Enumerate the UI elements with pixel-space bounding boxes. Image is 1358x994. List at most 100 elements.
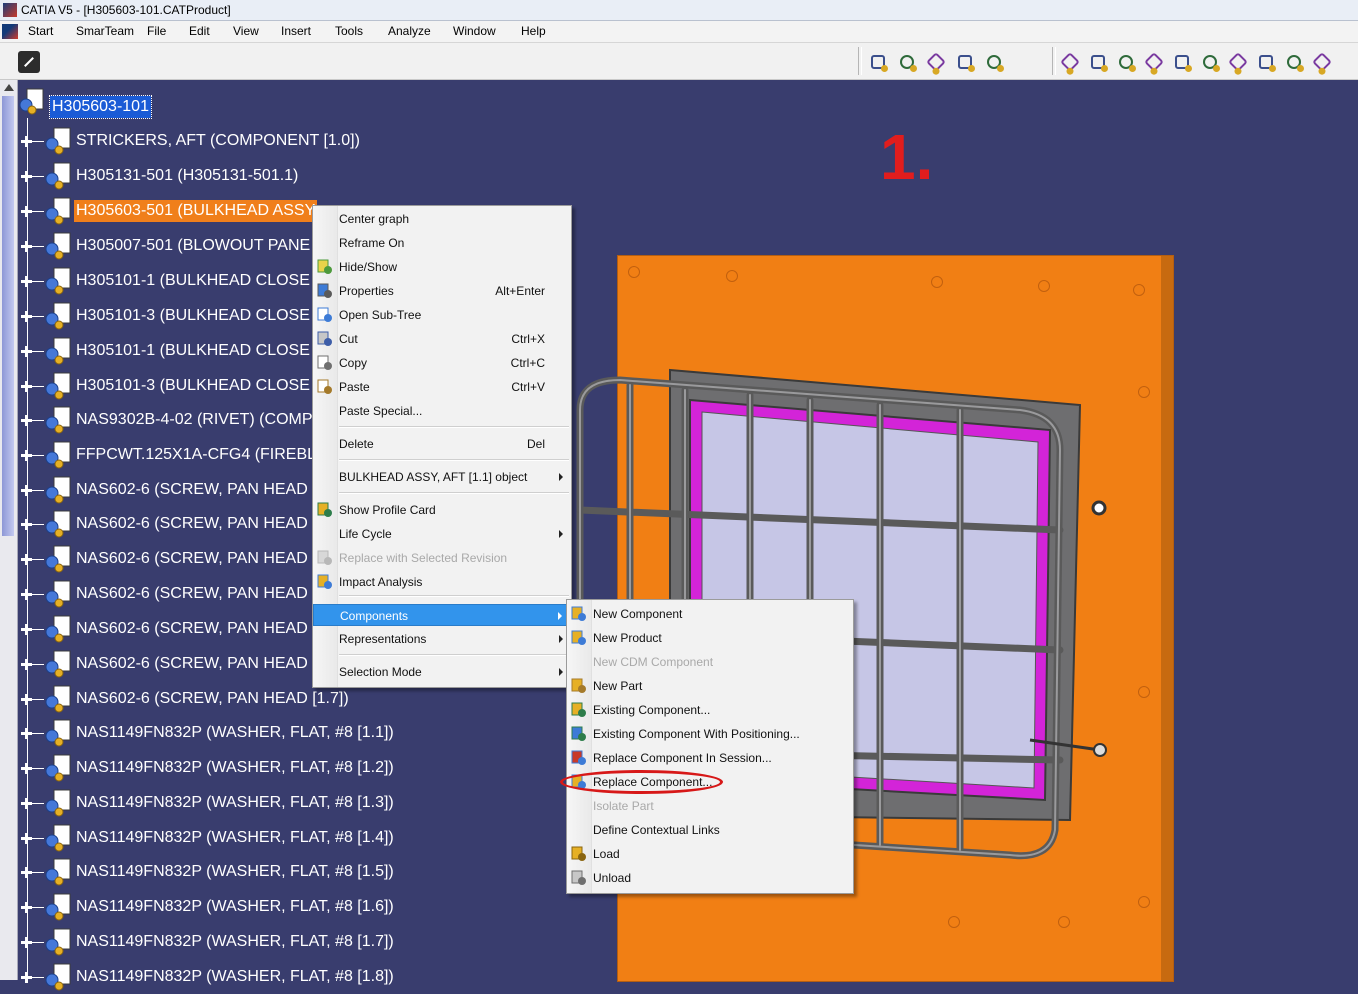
tree-row-label[interactable]: NAS1149FN832P (WASHER, FLAT, #8 [1.6]) bbox=[74, 896, 396, 918]
tree-row[interactable]: NAS1149FN832P (WASHER, FLAT, #8 [1.2]) bbox=[18, 750, 458, 785]
menu-item-cut[interactable]: Cut Ctrl+X bbox=[313, 328, 571, 350]
workbench-icon[interactable] bbox=[18, 51, 40, 73]
menu-edit[interactable]: Edit bbox=[189, 21, 210, 42]
tree-row-label[interactable]: NAS1149FN832P (WASHER, FLAT, #8 [1.3]) bbox=[74, 792, 396, 814]
tree-row-label[interactable]: NAS1149FN832P (WASHER, FLAT, #8 [1.2]) bbox=[74, 757, 396, 779]
expand-plus-icon[interactable] bbox=[21, 972, 32, 983]
tree-row-label[interactable]: NAS602-6 (SCREW, PAN HEAD bbox=[74, 583, 310, 605]
menu-item-delete[interactable]: Delete Del bbox=[313, 433, 571, 455]
menu-item-paste-special[interactable]: Paste Special... bbox=[313, 400, 571, 422]
tree-row[interactable]: NAS1149FN832P (WASHER, FLAT, #8 [1.5]) bbox=[18, 854, 458, 889]
menu-window[interactable]: Window bbox=[453, 21, 496, 42]
menu-item-hide-show[interactable]: Hide/Show bbox=[313, 256, 571, 278]
tree-row-label[interactable]: STRICKERS, AFT (COMPONENT [1.0]) bbox=[74, 130, 362, 152]
menu-tools[interactable]: Tools bbox=[335, 21, 363, 42]
tree-row-label[interactable]: NAS1149FN832P (WASHER, FLAT, #8 [1.4]) bbox=[74, 827, 396, 849]
toolbar-tool-icon[interactable] bbox=[897, 52, 917, 72]
tree-row-label[interactable]: NAS602-6 (SCREW, PAN HEAD bbox=[74, 653, 310, 675]
tree-row[interactable]: NAS1149FN832P (WASHER, FLAT, #8 [1.3]) bbox=[18, 785, 458, 820]
expand-plus-icon[interactable] bbox=[21, 902, 32, 913]
menu-item-center-graph[interactable]: Center graph bbox=[313, 208, 571, 230]
tree-row-label[interactable]: H305101-3 (BULKHEAD CLOSE bbox=[74, 305, 312, 327]
tree-row-label[interactable]: NAS602-6 (SCREW, PAN HEAD bbox=[74, 479, 310, 501]
expand-plus-icon[interactable] bbox=[21, 171, 32, 182]
submenu-item-new-part[interactable]: New Part bbox=[567, 675, 853, 697]
toolbar-tool-icon[interactable] bbox=[984, 52, 1004, 72]
menu-file[interactable]: File bbox=[147, 21, 166, 42]
vertical-scrollbar[interactable] bbox=[0, 80, 18, 980]
tree-row-label[interactable]: NAS1149FN832P (WASHER, FLAT, #8 [1.5]) bbox=[74, 861, 396, 883]
expand-plus-icon[interactable] bbox=[21, 346, 32, 357]
expand-plus-icon[interactable] bbox=[21, 763, 32, 774]
menu-item-properties[interactable]: Properties Alt+Enter bbox=[313, 280, 571, 302]
toolbar-tool-icon[interactable] bbox=[926, 52, 946, 72]
expand-plus-icon[interactable] bbox=[21, 485, 32, 496]
expand-plus-icon[interactable] bbox=[21, 450, 32, 461]
submenu-item-isolate-part[interactable]: Isolate Part bbox=[567, 795, 853, 817]
menu-item-copy[interactable]: Copy Ctrl+C bbox=[313, 352, 571, 374]
menu-item-bulkhead-assy-aft-1-1-object[interactable]: BULKHEAD ASSY, AFT [1.1] object bbox=[313, 466, 571, 488]
menu-view[interactable]: View bbox=[233, 21, 259, 42]
menu-item-selection-mode[interactable]: Selection Mode bbox=[313, 661, 571, 683]
expand-plus-icon[interactable] bbox=[21, 206, 32, 217]
tree-row[interactable]: NAS1149FN832P (WASHER, FLAT, #8 [1.8]) bbox=[18, 959, 458, 994]
submenu-item-new-component[interactable]: New Component bbox=[567, 603, 853, 625]
tree-row-label[interactable]: NAS1149FN832P (WASHER, FLAT, #8 [1.8]) bbox=[74, 966, 396, 988]
toolbar-tool-icon[interactable] bbox=[1228, 52, 1248, 72]
expand-plus-icon[interactable] bbox=[21, 937, 32, 948]
expand-plus-icon[interactable] bbox=[21, 589, 32, 600]
tree-row-label[interactable]: H305101-1 (BULKHEAD CLOSE bbox=[74, 340, 312, 362]
expand-plus-icon[interactable] bbox=[21, 519, 32, 530]
expand-plus-icon[interactable] bbox=[21, 624, 32, 635]
tree-root-label[interactable]: H305603-101 bbox=[49, 95, 152, 119]
menu-start[interactable]: Start bbox=[28, 21, 53, 42]
menu-item-impact-analysis[interactable]: Impact Analysis bbox=[313, 571, 571, 593]
tree-row[interactable]: NAS1149FN832P (WASHER, FLAT, #8 [1.6]) bbox=[18, 889, 458, 924]
toolbar-tool-icon[interactable] bbox=[1060, 52, 1080, 72]
expand-plus-icon[interactable] bbox=[21, 381, 32, 392]
submenu-item-load[interactable]: Load bbox=[567, 843, 853, 865]
expand-plus-icon[interactable] bbox=[21, 311, 32, 322]
expand-plus-icon[interactable] bbox=[21, 241, 32, 252]
tree-row-label[interactable]: H305101-1 (BULKHEAD CLOSE bbox=[74, 270, 312, 292]
submenu-item-new-product[interactable]: New Product bbox=[567, 627, 853, 649]
tree-row[interactable]: NAS1149FN832P (WASHER, FLAT, #8 [1.1]) bbox=[18, 715, 458, 750]
tree-row-label[interactable]: NAS9302B-4-02 (RIVET) (COMP bbox=[74, 409, 315, 431]
tree-row-label[interactable]: NAS602-6 (SCREW, PAN HEAD bbox=[74, 513, 310, 535]
menu-insert[interactable]: Insert bbox=[281, 21, 311, 42]
toolbar-tool-icon[interactable] bbox=[1172, 52, 1192, 72]
menu-item-components[interactable]: Components bbox=[313, 604, 571, 626]
menu-item-replace-with-selected-revision[interactable]: Replace with Selected Revision bbox=[313, 547, 571, 569]
expand-plus-icon[interactable] bbox=[21, 554, 32, 565]
catia-menu-icon[interactable] bbox=[2, 24, 18, 39]
tree-row[interactable]: STRICKERS, AFT (COMPONENT [1.0]) bbox=[18, 123, 458, 158]
expand-plus-icon[interactable] bbox=[21, 276, 32, 287]
toolbar-tool-icon[interactable] bbox=[1312, 52, 1332, 72]
tree-row-label[interactable]: FFPCWT.125X1A-CFG4 (FIREBL bbox=[74, 444, 318, 466]
toolbar-tool-icon[interactable] bbox=[955, 52, 975, 72]
submenu-item-existing-component[interactable]: Existing Component... bbox=[567, 699, 853, 721]
tree-row-label[interactable]: H305007-501 (BLOWOUT PANE bbox=[74, 235, 312, 257]
menu-item-paste[interactable]: Paste Ctrl+V bbox=[313, 376, 571, 398]
toolbar-tool-icon[interactable] bbox=[1200, 52, 1220, 72]
submenu-item-define-contextual-links[interactable]: Define Contextual Links bbox=[567, 819, 853, 841]
tree-row-label[interactable]: H305603-501 (BULKHEAD ASSY bbox=[74, 200, 318, 222]
toolbar-tool-icon[interactable] bbox=[1088, 52, 1108, 72]
expand-plus-icon[interactable] bbox=[21, 867, 32, 878]
toolbar-tool-icon[interactable] bbox=[868, 52, 888, 72]
tree-row-label[interactable]: NAS1149FN832P (WASHER, FLAT, #8 [1.7]) bbox=[74, 931, 396, 953]
scrollbar-thumb[interactable] bbox=[2, 96, 14, 536]
submenu-item-existing-component-with-positioning[interactable]: Existing Component With Positioning... bbox=[567, 723, 853, 745]
menu-help[interactable]: Help bbox=[521, 21, 546, 42]
tree-row-label[interactable]: NAS602-6 (SCREW, PAN HEAD bbox=[74, 548, 310, 570]
tree-row-label[interactable]: H305101-3 (BULKHEAD CLOSE bbox=[74, 375, 312, 397]
menu-item-open-sub-tree[interactable]: Open Sub-Tree bbox=[313, 304, 571, 326]
scroll-up-icon[interactable] bbox=[4, 84, 14, 91]
expand-plus-icon[interactable] bbox=[21, 136, 32, 147]
menu-item-representations[interactable]: Representations bbox=[313, 628, 571, 650]
expand-plus-icon[interactable] bbox=[21, 694, 32, 705]
menu-item-life-cycle[interactable]: Life Cycle bbox=[313, 523, 571, 545]
expand-plus-icon[interactable] bbox=[21, 659, 32, 670]
tree-row[interactable]: H305131-501 (H305131-501.1) bbox=[18, 158, 458, 193]
menu-item-show-profile-card[interactable]: Show Profile Card bbox=[313, 499, 571, 521]
